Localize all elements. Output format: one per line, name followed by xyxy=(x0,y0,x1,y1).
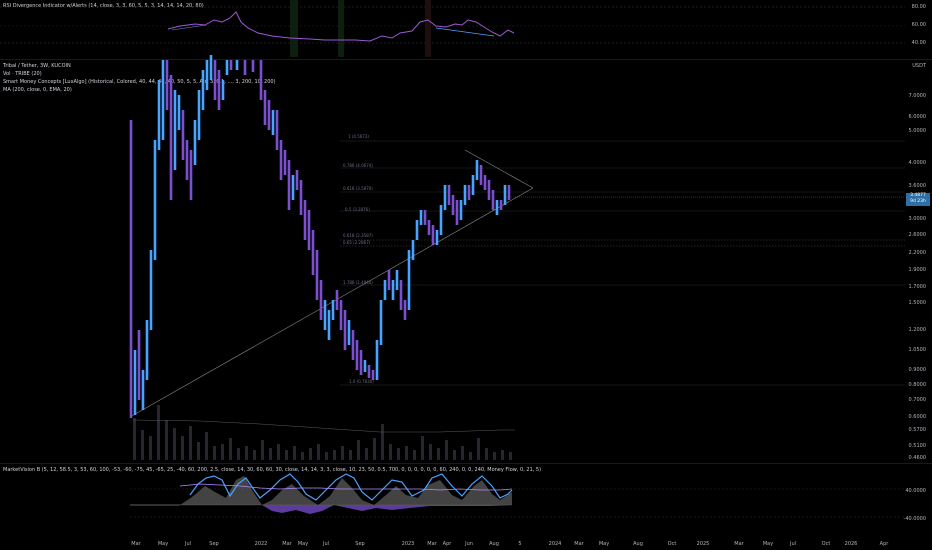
time-tick: 5 xyxy=(518,541,522,547)
time-tick: Jun xyxy=(465,541,473,547)
time-tick: May xyxy=(297,541,309,547)
time-tick: 2024 xyxy=(548,541,562,547)
time-tick: Mar xyxy=(131,541,141,547)
time-tick: Sep xyxy=(209,541,219,547)
time-tick: Jul xyxy=(184,541,192,547)
time-tick: Aug xyxy=(633,541,643,547)
marketvision-plot xyxy=(130,473,905,518)
time-tick: Apr xyxy=(442,541,452,547)
time-tick: May xyxy=(762,541,774,547)
time-tick: 2025 xyxy=(696,541,710,547)
time-tick: 2023 xyxy=(401,541,415,547)
time-tick: Aug xyxy=(489,541,499,547)
time-tick: Oct xyxy=(667,541,677,547)
time-tick: May xyxy=(157,541,169,547)
time-tick: Oct xyxy=(821,541,831,547)
time-tick: May xyxy=(598,541,610,547)
time-tick: Mar xyxy=(574,541,584,547)
time-tick: 2022 xyxy=(254,541,268,547)
time-tick: Jul xyxy=(789,541,797,547)
time-tick: Mar xyxy=(734,541,744,547)
time-tick: Sep xyxy=(355,541,365,547)
time-tick: 2026 xyxy=(844,541,858,547)
time-tick: Mar xyxy=(427,541,437,547)
time-tick: Mar xyxy=(282,541,292,547)
time-tick: Apr xyxy=(879,541,889,547)
time-tick: Jul xyxy=(322,541,330,547)
time-axis[interactable]: Mar May Jul Sep 2022 Mar May Jul Sep 202… xyxy=(0,535,932,550)
